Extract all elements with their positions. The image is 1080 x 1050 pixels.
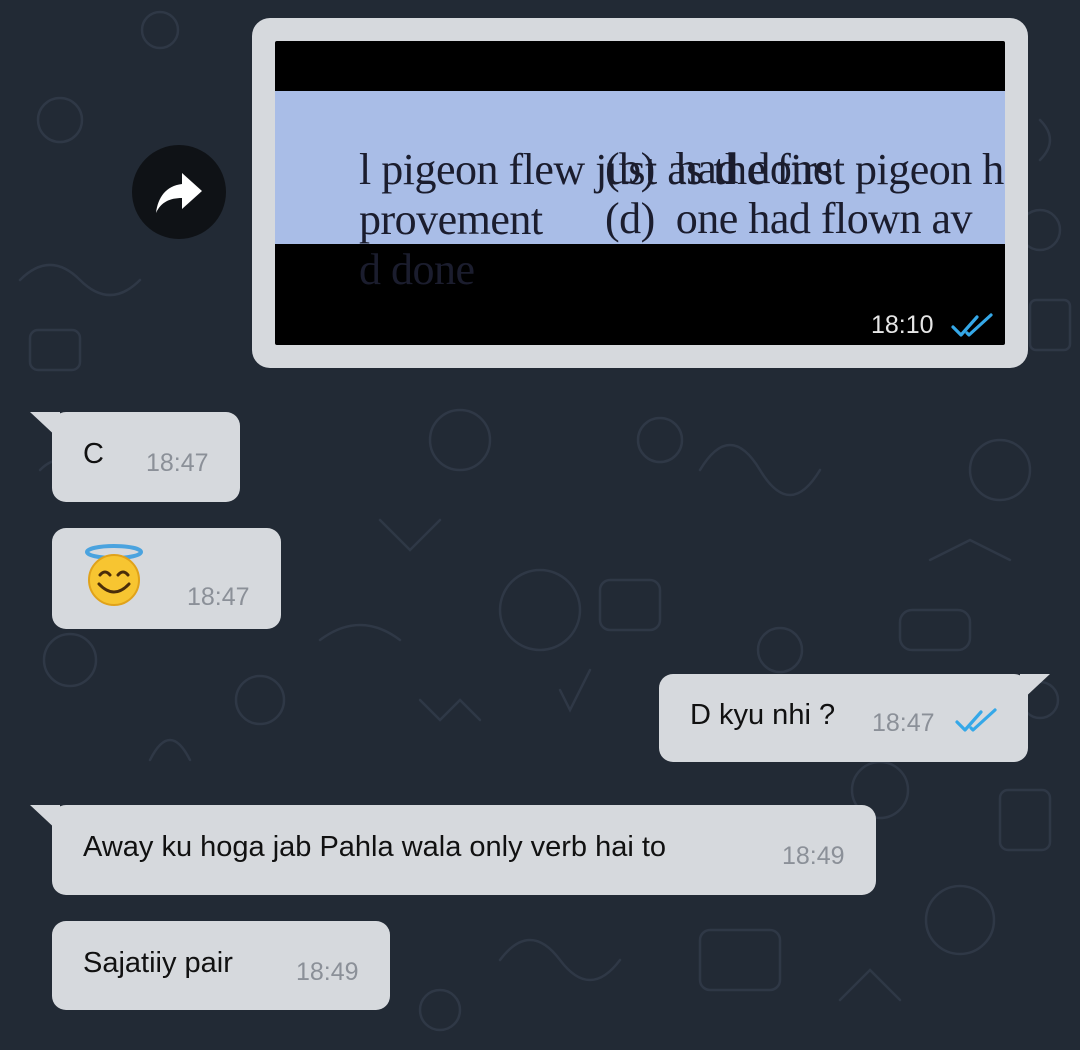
forward-arrow-icon xyxy=(156,173,202,213)
message-time: 18:49 xyxy=(782,842,845,870)
double-check-icon xyxy=(955,708,997,732)
message-time: 18:47 xyxy=(187,583,250,611)
bubble-tail xyxy=(30,412,60,440)
message-text: C xyxy=(83,438,104,470)
message-text: D kyu nhi ? xyxy=(690,699,836,731)
message-photo[interactable]: l pigeon flew just as the first pigeon h… xyxy=(275,41,1005,345)
message-text: Away ku hoga jab Pahla wala only verb ha… xyxy=(83,831,667,863)
incoming-message[interactable]: Away ku hoga jab Pahla wala only verb ha… xyxy=(30,805,876,895)
forward-button[interactable] xyxy=(132,145,226,239)
incoming-message[interactable]: Sajatiiy pair 18:49 xyxy=(52,921,390,1010)
photo-text-strip: l pigeon flew just as the first pigeon h… xyxy=(275,91,1005,294)
message-time: 18:49 xyxy=(296,958,359,986)
photo-line-3: d done (d) one had flown av xyxy=(359,194,973,294)
message-time: 18:47 xyxy=(146,449,209,477)
message-text: Sajatiiy pair xyxy=(83,947,233,979)
double-check-icon xyxy=(951,313,993,337)
incoming-message[interactable]: 18:47 xyxy=(52,528,281,629)
outgoing-message[interactable]: D kyu nhi ? 18:47 xyxy=(659,674,1050,762)
bubble-tail xyxy=(1020,674,1050,702)
image-message[interactable]: l pigeon flew just as the first pigeon h… xyxy=(252,18,1028,368)
bubble-tail xyxy=(30,805,60,833)
smiling-face-with-halo-emoji xyxy=(85,544,143,606)
message-time: 18:10 xyxy=(871,311,934,339)
incoming-message[interactable]: C 18:47 xyxy=(30,412,240,502)
message-time: 18:47 xyxy=(872,709,935,737)
